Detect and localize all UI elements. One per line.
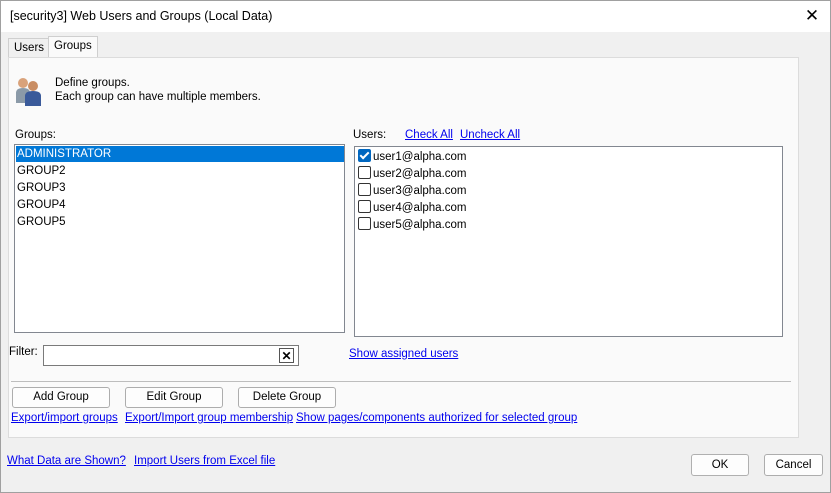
export-membership-link[interactable]: Export/Import group membership — [125, 412, 293, 424]
title-bar: [security3] Web Users and Groups (Local … — [1, 1, 830, 32]
user-item-3[interactable]: user4@alpha.com — [358, 200, 467, 216]
edit-group-button[interactable]: Edit Group — [125, 387, 223, 408]
add-group-button[interactable]: Add Group — [12, 387, 110, 408]
users-label: Users: — [353, 129, 387, 141]
tab-groups[interactable]: Groups — [48, 36, 98, 59]
dialog-window: [security3] Web Users and Groups (Local … — [0, 0, 831, 493]
export-groups-link[interactable]: Export/import groups — [11, 412, 118, 424]
separator — [11, 381, 791, 382]
show-pages-link[interactable]: Show pages/components authorized for sel… — [296, 412, 577, 424]
groups-listbox[interactable]: ADMINISTRATOR GROUP2 GROUP3 GROUP4 GROUP… — [14, 144, 345, 333]
checkbox-icon[interactable] — [358, 166, 371, 180]
group-item-0[interactable]: ADMINISTRATOR — [16, 146, 344, 162]
filter-label: Filter: — [9, 346, 38, 358]
import-excel-link[interactable]: Import Users from Excel file — [134, 455, 275, 467]
ok-button[interactable]: OK — [691, 454, 749, 476]
group-item-3[interactable]: GROUP4 — [16, 197, 344, 213]
user-item-2[interactable]: user3@alpha.com — [358, 183, 467, 199]
window-title: [security3] Web Users and Groups (Local … — [10, 9, 273, 23]
user-email: user4@alpha.com — [373, 202, 467, 214]
uncheck-all-link[interactable]: Uncheck All — [460, 129, 520, 141]
checkbox-checked-icon[interactable] — [358, 149, 371, 163]
user-email: user2@alpha.com — [373, 168, 467, 180]
check-all-link[interactable]: Check All — [405, 129, 453, 141]
cancel-button[interactable]: Cancel — [764, 454, 823, 476]
users-listbox[interactable]: user1@alpha.com user2@alpha.com user3@al… — [354, 146, 783, 337]
clear-icon[interactable]: ✕ — [279, 348, 294, 363]
tab-users[interactable]: Users — [8, 38, 51, 58]
group-item-1[interactable]: GROUP2 — [16, 163, 344, 179]
groups-panel: Define groups. Each group can have multi… — [8, 57, 799, 438]
checkbox-icon[interactable] — [358, 217, 371, 231]
close-icon[interactable]: ✕ — [802, 6, 822, 26]
description-line-2: Each group can have multiple members. — [55, 91, 261, 103]
show-assigned-users-link[interactable]: Show assigned users — [349, 348, 458, 360]
checkbox-icon[interactable] — [358, 200, 371, 214]
group-item-2[interactable]: GROUP3 — [16, 180, 344, 196]
delete-group-button[interactable]: Delete Group — [238, 387, 336, 408]
description-line-1: Define groups. — [55, 77, 130, 89]
what-data-link[interactable]: What Data are Shown? — [7, 455, 126, 467]
user-item-0[interactable]: user1@alpha.com — [358, 149, 467, 165]
user-item-1[interactable]: user2@alpha.com — [358, 166, 467, 182]
user-item-4[interactable]: user5@alpha.com — [358, 217, 467, 233]
user-email: user3@alpha.com — [373, 185, 467, 197]
filter-input[interactable] — [43, 345, 299, 366]
description: Define groups. Each group can have multi… — [55, 76, 261, 104]
groups-label: Groups: — [15, 129, 56, 141]
group-item-4[interactable]: GROUP5 — [16, 214, 344, 230]
people-icon — [16, 78, 41, 106]
user-email: user5@alpha.com — [373, 219, 467, 231]
user-email: user1@alpha.com — [373, 151, 467, 163]
checkbox-icon[interactable] — [358, 183, 371, 197]
